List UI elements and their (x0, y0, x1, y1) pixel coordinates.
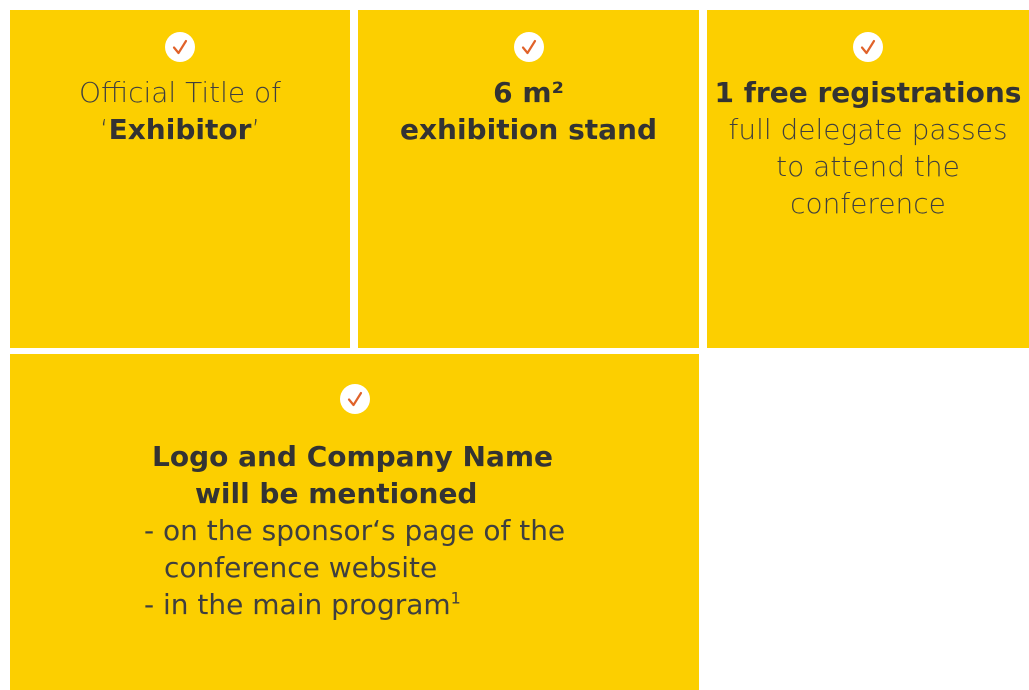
headline-line: Logo and Company Name (152, 440, 554, 473)
list-item-continued: conference website (164, 551, 438, 584)
benefit-line: Official Title of (78, 76, 281, 109)
benefit-card-logo: Logo and Company Name will be mentioned … (10, 354, 699, 690)
exhibitor-title: Exhibitor (108, 113, 252, 146)
benefit-card-stand: 6 m² exhibition stand (358, 10, 699, 348)
list-item-text: - in the main program (144, 588, 451, 621)
benefit-card-registrations: 1 free registrations full delegate passe… (707, 10, 1029, 348)
benefit-line: conference (790, 187, 946, 220)
benefit-line: ‘Exhibitor’ (10, 111, 350, 148)
registrations-count: 1 free registrations (714, 76, 1022, 109)
list-item: - on the sponsor‘s page of the (144, 514, 566, 547)
benefit-card-title: Official Title of ‘Exhibitor’ (10, 10, 350, 348)
stand-label: exhibition stand (399, 113, 658, 146)
benefit-line: to attend the (776, 150, 960, 183)
mention-list: - on the sponsor‘s page of the conferenc… (144, 512, 565, 623)
quote-open: ‘ (99, 113, 109, 146)
footnote-marker: 1 (450, 588, 461, 608)
headline-line: will be mentioned (195, 477, 478, 510)
benefit-text: 6 m² exhibition stand (358, 74, 699, 148)
check-icon (513, 32, 544, 62)
list-item: - in the main program1 (144, 586, 565, 623)
check-icon (853, 32, 883, 62)
check-icon (165, 32, 195, 62)
benefit-text: 1 free registrations full delegate passe… (687, 74, 1029, 222)
benefit-line: full delegate passes (728, 113, 1008, 146)
benefit-text: Official Title of ‘Exhibitor’ (10, 74, 350, 148)
check-icon (339, 384, 370, 414)
quote-close: ’ (251, 113, 261, 146)
stand-size: 6 m² (493, 76, 564, 109)
